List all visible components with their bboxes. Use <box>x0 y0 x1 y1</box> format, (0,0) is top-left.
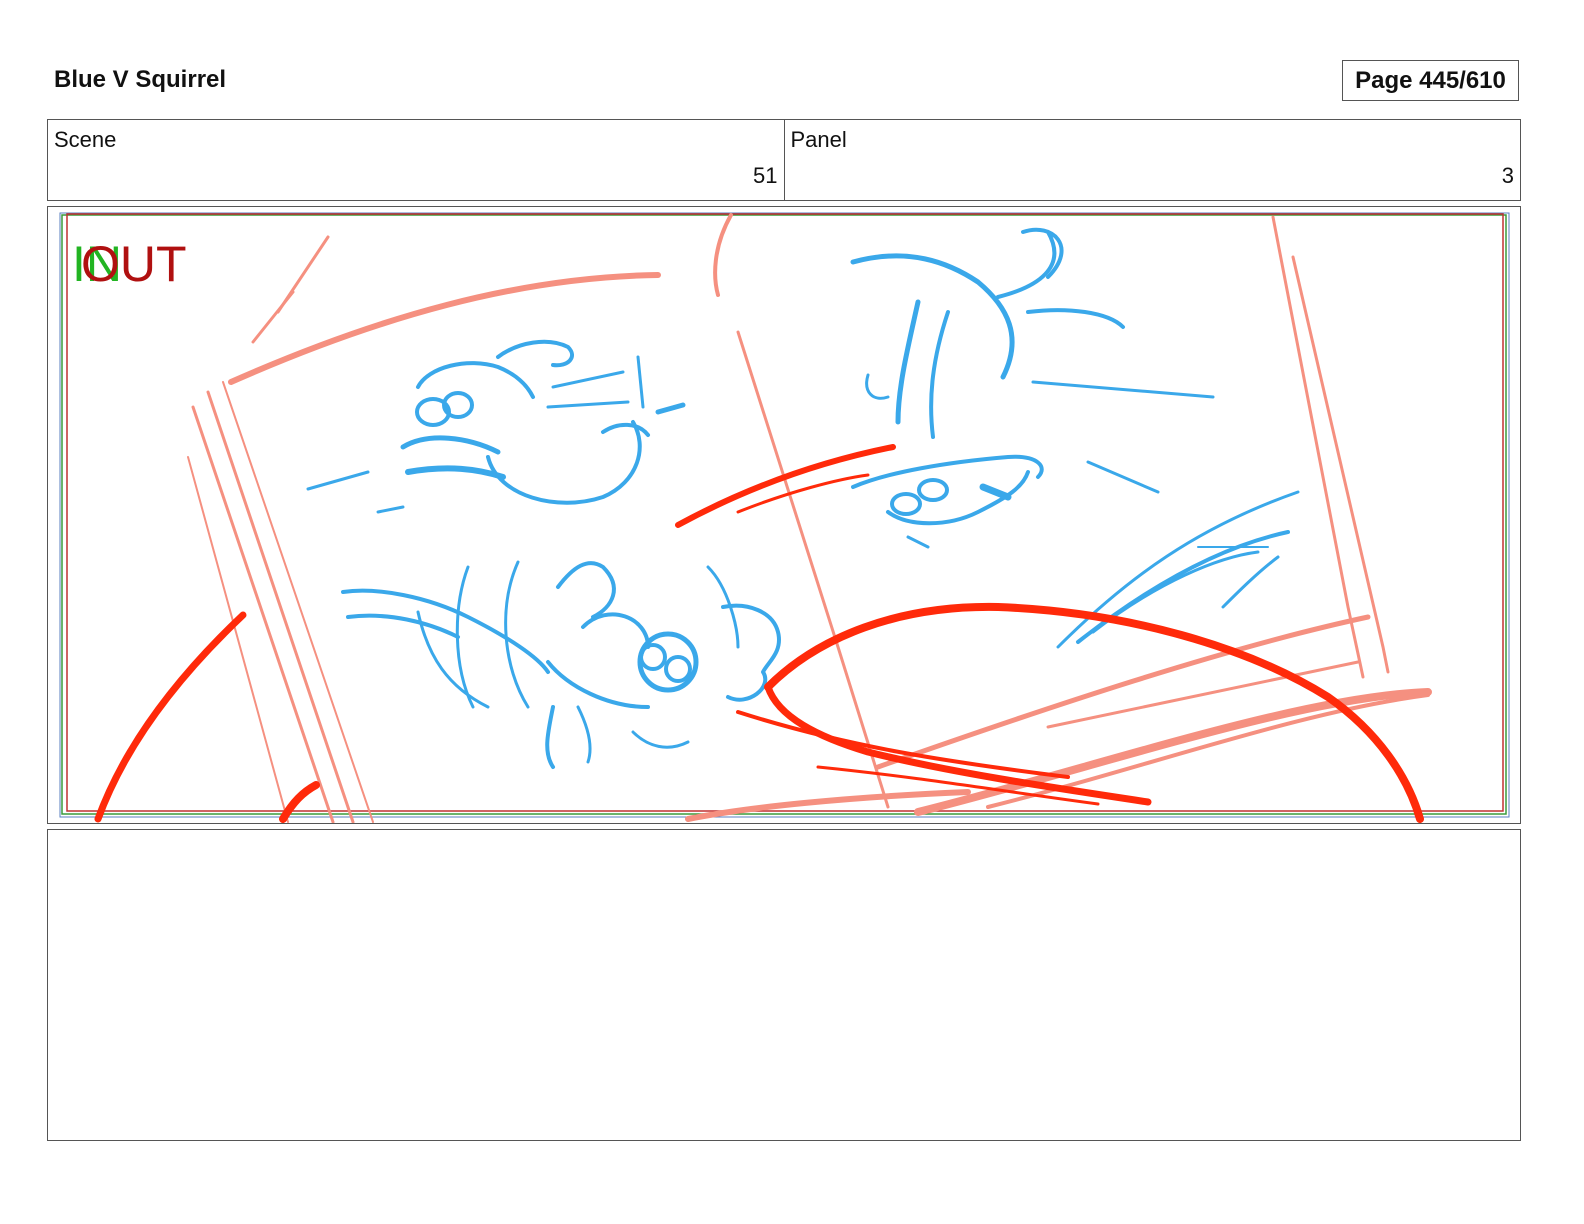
panel-sketch: IN OUT <box>59 212 1510 823</box>
scene-label: Scene <box>54 127 117 152</box>
scene-number: 51 <box>753 163 778 188</box>
scene-cell: Scene 51 <box>48 120 784 200</box>
action-strokes <box>94 444 1424 823</box>
panel-notes-area <box>47 829 1521 1141</box>
character-sketches <box>306 227 1300 769</box>
panel-number: 3 <box>1501 163 1514 188</box>
panel-image-frame: IN OUT <box>47 206 1521 824</box>
page-number: Page 445/610 <box>1342 60 1519 101</box>
scene-panel-info: Scene 51 Panel 3 <box>47 119 1521 201</box>
storyboard-title: Blue V Squirrel <box>54 66 227 93</box>
panel-label: Panel <box>790 127 847 152</box>
out-marker: OUT <box>81 236 187 292</box>
panel-cell: Panel 3 <box>783 120 1521 200</box>
